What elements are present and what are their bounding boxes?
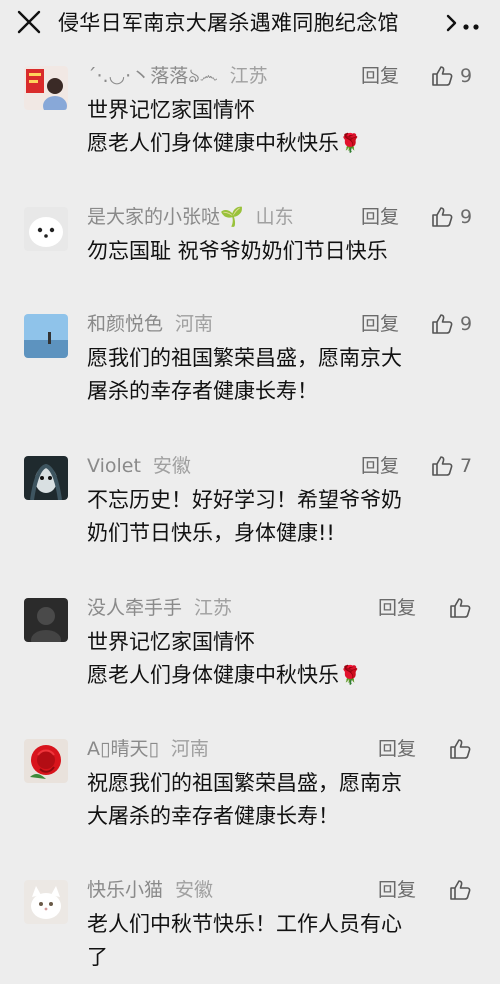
comment-text: 世界记忆家国情怀 愿老人们身体健康中秋快乐🌹 <box>87 626 479 692</box>
reply-button[interactable]: 回复 <box>378 735 416 763</box>
nickname[interactable]: 快乐小猫 <box>87 879 163 901</box>
reply-button[interactable]: 回复 <box>361 452 399 480</box>
region: 江苏 <box>229 65 268 87</box>
comment-meta: 和颜悦色 河南 <box>87 310 213 338</box>
region: 安徽 <box>175 879 214 901</box>
region: 河南 <box>170 738 209 760</box>
comment-line: 愿我们的祖国繁荣昌盛，愿南京大 <box>87 346 402 370</box>
comment-text: 祝愿我们的祖国繁荣昌盛，愿南京 大屠杀的幸存者健康长寿！ <box>87 767 479 833</box>
nickname[interactable]: A▯晴天▯ <box>87 738 159 760</box>
reply-button[interactable]: 回复 <box>378 876 416 904</box>
comment-line: 愿老人们身体健康中秋快乐🌹 <box>87 131 362 155</box>
region: 河南 <box>175 313 214 335</box>
reply-button[interactable]: 回复 <box>361 62 399 90</box>
comment-meta: 快乐小猫 安徽 <box>87 876 213 904</box>
avatar[interactable] <box>24 314 68 358</box>
avatar[interactable] <box>24 66 68 110</box>
avatar[interactable] <box>24 456 68 500</box>
comment-line: 大屠杀的幸存者健康长寿！ <box>87 804 339 828</box>
comment-text: 愿我们的祖国繁荣昌盛，愿南京大 屠杀的幸存者健康长寿！ <box>87 342 479 408</box>
comment-text: 勿忘国耻 祝爷爷奶奶们节日快乐 <box>87 235 479 268</box>
reply-button[interactable]: 回复 <box>361 310 399 338</box>
comment-line: 世界记忆家国情怀 <box>87 98 255 122</box>
like-count: 9 <box>460 313 473 335</box>
region: 江苏 <box>194 597 233 619</box>
reply-button[interactable]: 回复 <box>361 203 399 231</box>
comment-line: 不忘历史！好好学习！希望爷爷奶 <box>87 488 402 512</box>
like-icon[interactable] <box>448 737 472 761</box>
avatar[interactable] <box>24 598 68 642</box>
comment-text: 世界记忆家国情怀 愿老人们身体健康中秋快乐🌹 <box>87 94 479 160</box>
close-icon[interactable] <box>16 9 42 35</box>
comment-text: 老人们中秋节快乐！工作人员有心 了 <box>87 908 479 974</box>
nickname[interactable]: 是大家的小张哒🌱 <box>87 206 244 228</box>
comment-line: 奶们节日快乐，身体健康!! <box>87 521 335 545</box>
comment-meta: Violet 安徽 <box>87 452 191 480</box>
like-count: 9 <box>460 206 473 228</box>
rose-emoji: 🌹 <box>339 665 362 686</box>
comment-meta: 是大家的小张哒🌱 山东 <box>87 203 294 231</box>
like-icon[interactable] <box>430 454 454 478</box>
rose-emoji: 🌹 <box>339 133 362 154</box>
like-icon[interactable] <box>430 64 454 88</box>
like-count: 9 <box>460 65 473 87</box>
comment-line: 勿忘国耻 祝爷爷奶奶们节日快乐 <box>87 239 388 263</box>
nickname[interactable]: Violet <box>87 455 141 477</box>
reply-button[interactable]: 回复 <box>378 594 416 622</box>
comment-line: 老人们中秋节快乐！工作人员有心 <box>87 912 402 936</box>
region: 安徽 <box>152 455 191 477</box>
nickname[interactable]: ´·.◡·丶落落ঌ෴ <box>87 65 218 87</box>
avatar[interactable] <box>24 880 68 924</box>
region: 山东 <box>255 206 294 228</box>
avatar[interactable] <box>24 207 68 251</box>
comment-meta: 没人牵手手 江苏 <box>87 594 232 622</box>
nickname[interactable]: 没人牵手手 <box>87 597 182 619</box>
comment-meta: ´·.◡·丶落落ঌ෴ 江苏 <box>87 62 268 90</box>
nickname[interactable]: 和颜悦色 <box>87 313 163 335</box>
comment-line: 了 <box>87 945 108 969</box>
top-bar: 侵华日军南京大屠杀遇难同胞纪念馆 <box>0 0 500 46</box>
comment-meta: A▯晴天▯ 河南 <box>87 735 209 763</box>
page-title: 侵华日军南京大屠杀遇难同胞纪念馆 <box>58 11 399 35</box>
like-icon[interactable] <box>448 596 472 620</box>
comment-line: 愿老人们身体健康中秋快乐🌹 <box>87 663 362 687</box>
avatar[interactable] <box>24 739 68 783</box>
like-icon[interactable] <box>448 878 472 902</box>
comment-line: 屠杀的幸存者健康长寿！ <box>87 379 318 403</box>
comment-text: 不忘历史！好好学习！希望爷爷奶 奶们节日快乐，身体健康!! <box>87 484 479 550</box>
like-icon[interactable] <box>430 312 454 336</box>
like-count: 7 <box>460 455 473 477</box>
like-icon[interactable] <box>430 205 454 229</box>
comment-line: 祝愿我们的祖国繁荣昌盛，愿南京 <box>87 771 402 795</box>
comment-line: 世界记忆家国情怀 <box>87 630 255 654</box>
more-icon[interactable] <box>444 11 492 35</box>
